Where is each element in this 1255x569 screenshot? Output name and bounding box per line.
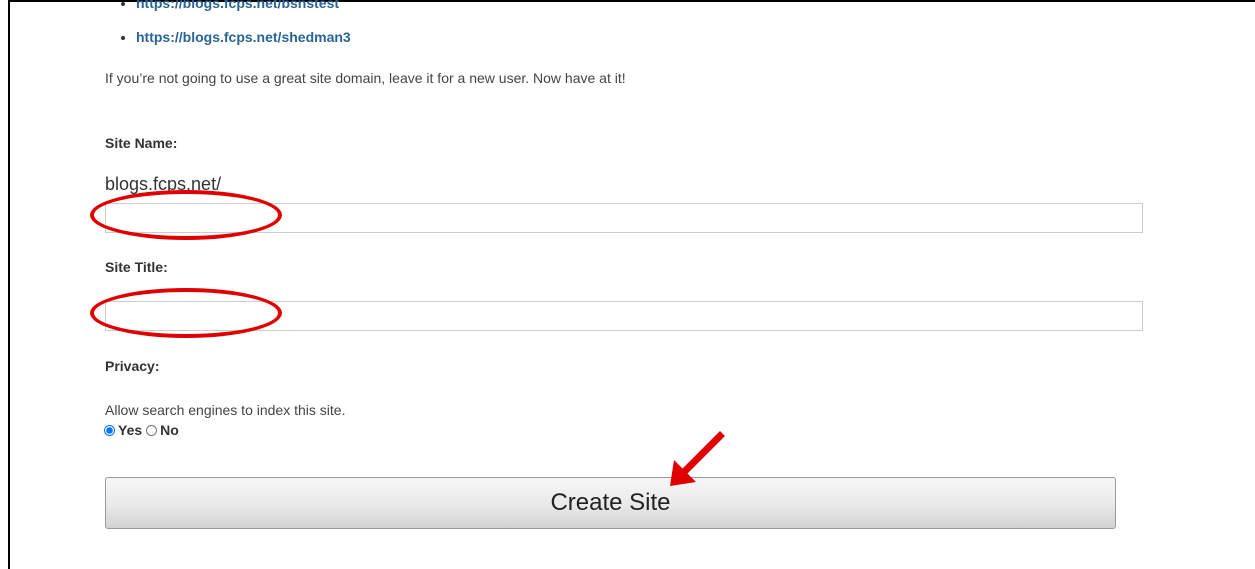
site-link[interactable]: https://blogs.fcps.net/shedman3 xyxy=(136,29,351,45)
privacy-yes-label: Yes xyxy=(118,422,143,438)
privacy-no-label: No xyxy=(160,422,179,438)
site-link[interactable]: https://blogs.fcps.net/bsnstest xyxy=(136,0,339,11)
list-item: https://blogs.fcps.net/shedman3 xyxy=(136,20,351,54)
frame-left-border xyxy=(8,0,10,569)
privacy-yes-radio[interactable] xyxy=(104,424,115,436)
site-name-input[interactable] xyxy=(105,203,1143,233)
privacy-options: Yes No xyxy=(104,422,183,438)
privacy-no-option[interactable]: No xyxy=(146,422,179,438)
site-title-input[interactable] xyxy=(105,301,1143,331)
site-title-label: Site Title: xyxy=(105,259,168,275)
privacy-description: Allow search engines to index this site. xyxy=(105,402,346,418)
site-domain-prefix: blogs.fcps.net/ xyxy=(105,174,222,194)
privacy-label: Privacy: xyxy=(105,358,160,374)
intro-text: If you’re not going to use a great site … xyxy=(105,70,626,86)
list-item: https://blogs.fcps.net/bsnstest xyxy=(136,0,351,20)
privacy-no-radio[interactable] xyxy=(146,424,158,436)
create-site-button[interactable]: Create Site xyxy=(105,477,1116,529)
privacy-yes-option[interactable]: Yes xyxy=(104,422,142,438)
site-name-label: Site Name: xyxy=(105,135,178,151)
existing-sites-list: https://blogs.fcps.net/bsnstest https://… xyxy=(120,0,351,54)
